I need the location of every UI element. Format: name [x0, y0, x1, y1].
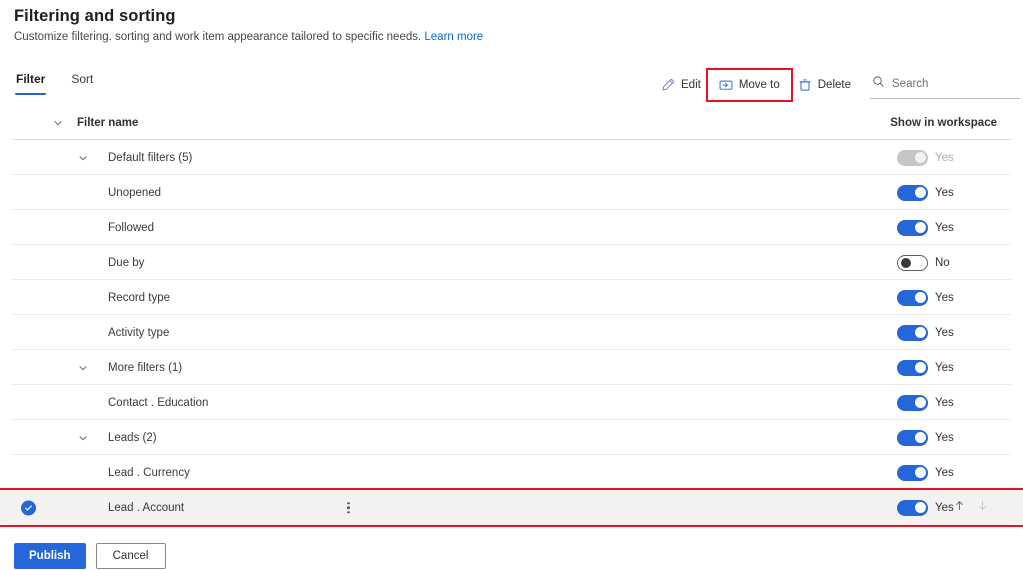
chevron-down-icon[interactable] [76, 431, 90, 445]
chevron-down-icon[interactable] [51, 116, 65, 130]
table-row[interactable]: Followed Yes [0, 210, 1023, 245]
toggle-value-label: Yes [935, 186, 954, 199]
show-in-workspace-cell: Yes [897, 149, 954, 166]
show-in-workspace-cell: Yes [897, 289, 954, 306]
publish-button[interactable]: Publish [14, 543, 86, 569]
toggle-value-label: Yes [935, 221, 954, 234]
table-row[interactable]: Contact . Education Yes [0, 385, 1023, 420]
show-in-workspace-toggle[interactable] [897, 184, 928, 201]
show-in-workspace-toggle[interactable] [897, 359, 928, 376]
show-in-workspace-cell: Yes [897, 394, 954, 411]
footer-actions: Publish Cancel [14, 543, 166, 569]
show-in-workspace-toggle[interactable] [897, 219, 928, 236]
show-in-workspace-cell: Yes [897, 324, 954, 341]
table-row[interactable]: More filters (1) Yes [0, 350, 1023, 385]
show-in-workspace-cell: Yes [897, 464, 954, 481]
trash-icon [798, 78, 812, 92]
show-in-workspace-cell: Yes [897, 184, 954, 201]
row-filter-name: Leads (2) [108, 431, 157, 444]
search-icon [872, 75, 885, 93]
toggle-value-label: Yes [935, 361, 954, 374]
command-bar: Edit Move to Delete [654, 68, 1023, 102]
pencil-icon [661, 78, 675, 92]
show-in-workspace-cell: Yes [897, 499, 954, 516]
table-row[interactable]: Activity type Yes [0, 315, 1023, 350]
toggle-value-label: Yes [935, 431, 954, 444]
cancel-button[interactable]: Cancel [95, 543, 166, 569]
row-filter-name: Due by [108, 256, 145, 269]
learn-more-link[interactable]: Learn more [424, 31, 483, 43]
row-filter-name: Followed [108, 221, 155, 234]
table-row[interactable]: Default filters (5) Yes [0, 140, 1023, 175]
show-in-workspace-toggle[interactable] [897, 464, 928, 481]
folder-move-icon [719, 78, 733, 92]
table-row[interactable]: Lead . Currency Yes [0, 455, 1023, 490]
move-up-icon[interactable] [953, 499, 966, 517]
show-in-workspace-toggle[interactable] [897, 429, 928, 446]
show-in-workspace-cell: No [897, 254, 950, 271]
delete-button[interactable]: Delete [791, 73, 858, 97]
move-to-button[interactable]: Move to [712, 73, 787, 97]
show-in-workspace-toggle[interactable] [897, 324, 928, 341]
row-selected-checkmark-icon[interactable] [21, 500, 36, 515]
view-tabs: Filter Sort [14, 70, 95, 95]
table-row[interactable]: Unopened Yes [0, 175, 1023, 210]
filtering-and-sorting-page: Filtering and sorting Customize filterin… [0, 0, 1023, 570]
toggle-value-label: Yes [935, 501, 954, 514]
show-in-workspace-toggle[interactable] [897, 289, 928, 306]
row-filter-name: Default filters (5) [108, 151, 193, 164]
search-box[interactable] [870, 71, 1020, 99]
table-row[interactable]: Leads (2) Yes [0, 420, 1023, 455]
chevron-down-icon[interactable] [76, 361, 90, 375]
row-reorder-controls [953, 499, 989, 517]
toggle-value-label: No [935, 256, 950, 269]
column-header-show-in-workspace: Show in workspace [890, 117, 997, 129]
toggle-value-label: Yes [935, 291, 954, 304]
move-down-icon[interactable] [976, 499, 989, 517]
page-subtitle: Customize filtering. sorting and work it… [14, 31, 483, 43]
page-title: Filtering and sorting [14, 7, 176, 25]
toggle-value-label: Yes [935, 151, 954, 164]
show-in-workspace-toggle[interactable] [897, 499, 928, 516]
tab-sort[interactable]: Sort [69, 70, 95, 95]
delete-label: Delete [817, 79, 851, 91]
toggle-value-label: Yes [935, 326, 954, 339]
search-input[interactable] [892, 78, 1007, 90]
row-filter-name: Activity type [108, 326, 170, 339]
edit-label: Edit [681, 79, 701, 91]
move-to-label: Move to [738, 79, 780, 91]
show-in-workspace-toggle [897, 149, 928, 166]
toggle-value-label: Yes [935, 466, 954, 479]
row-filter-name: Unopened [108, 186, 162, 199]
toggle-value-label: Yes [935, 396, 954, 409]
tab-filter[interactable]: Filter [14, 70, 47, 95]
show-in-workspace-toggle[interactable] [897, 254, 928, 271]
column-header-filter-name: Filter name [77, 117, 139, 129]
row-overflow-menu-icon[interactable] [347, 501, 350, 514]
table-row[interactable]: Lead . Account Yes [0, 488, 1023, 527]
table-body: Default filters (5) Yes Unopened Yes Followe… [0, 140, 1023, 527]
show-in-workspace-cell: Yes [897, 429, 954, 446]
row-filter-name: Record type [108, 291, 171, 304]
row-filter-name: Lead . Currency [108, 466, 190, 479]
row-filter-name: More filters (1) [108, 361, 183, 374]
show-in-workspace-cell: Yes [897, 359, 954, 376]
table-row[interactable]: Record type Yes [0, 280, 1023, 315]
move-to-highlight-box: Move to [705, 68, 793, 102]
show-in-workspace-cell: Yes [897, 219, 954, 236]
table-row[interactable]: Due by No [0, 245, 1023, 280]
page-subtitle-text: Customize filtering. sorting and work it… [14, 31, 422, 43]
show-in-workspace-toggle[interactable] [897, 394, 928, 411]
edit-button[interactable]: Edit [654, 73, 708, 97]
row-filter-name: Contact . Education [108, 396, 209, 409]
table-header-row: Filter name Show in workspace [0, 106, 1023, 140]
chevron-down-icon[interactable] [76, 151, 90, 165]
row-filter-name: Lead . Account [108, 501, 185, 514]
filters-table: Filter name Show in workspace Default fi… [0, 106, 1023, 527]
